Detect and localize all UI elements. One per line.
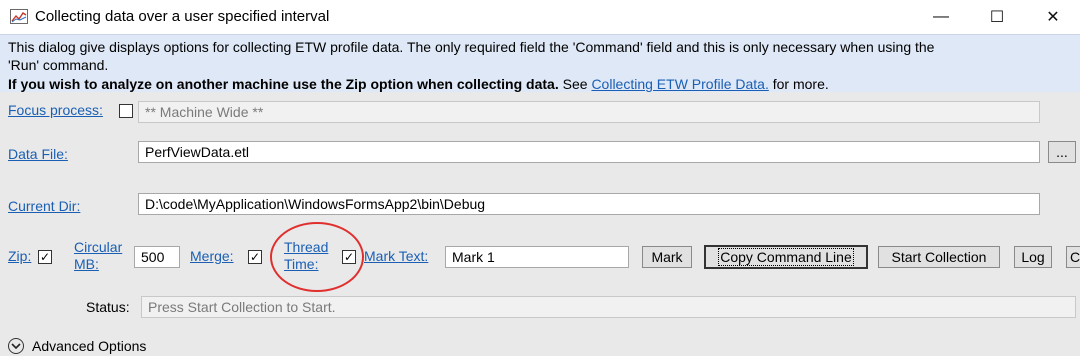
maximize-button[interactable]: ☐ xyxy=(974,0,1020,34)
mark-text-link[interactable]: Mark Text: xyxy=(364,248,428,264)
copy-command-line-button[interactable]: Copy Command Line xyxy=(704,245,868,269)
info-line-2: 'Run' command. xyxy=(8,57,109,73)
info-line-1: This dialog give displays options for co… xyxy=(8,39,935,55)
status-field: Press Start Collection to Start. xyxy=(141,296,1076,318)
close-icon: ✕ xyxy=(1046,9,1060,26)
see-text: See xyxy=(558,76,592,92)
copy-command-line-label: Copy Command Line xyxy=(718,248,854,266)
circular-mb-link[interactable]: Circular MB: xyxy=(74,239,122,273)
circular-mb-input[interactable]: 500 xyxy=(134,246,180,268)
merge-checkbox[interactable]: ✓ xyxy=(248,250,262,264)
help-link[interactable]: Collecting ETW Profile Data. xyxy=(591,76,768,92)
close-button[interactable]: ✕ xyxy=(1030,0,1076,34)
title-bar: Collecting data over a user specified in… xyxy=(0,0,1080,34)
info-banner: This dialog give displays options for co… xyxy=(0,34,1080,93)
focus-process-field: ** Machine Wide ** xyxy=(138,101,1040,123)
browse-button[interactable]: ... xyxy=(1048,141,1076,163)
check-icon: ✓ xyxy=(39,250,51,264)
data-file-input[interactable]: PerfViewData.etl xyxy=(138,141,1040,163)
cut-off-button[interactable]: C xyxy=(1066,246,1080,268)
zip-hint: If you wish to analyze on another machin… xyxy=(8,76,559,92)
info-line-3: If you wish to analyze on another machin… xyxy=(0,75,829,93)
minimize-button[interactable]: — xyxy=(918,0,964,34)
thread-label-2: Time: xyxy=(284,256,319,272)
focus-process-checkbox[interactable] xyxy=(119,104,133,118)
app-chart-icon xyxy=(10,9,28,24)
mark-text-input[interactable]: Mark 1 xyxy=(445,246,629,268)
zip-link[interactable]: Zip: xyxy=(8,248,31,264)
thread-label-1: Thread xyxy=(284,239,329,255)
status-label: Status: xyxy=(86,299,130,315)
more-text: for more. xyxy=(768,76,829,92)
thread-time-checkbox[interactable]: ✓ xyxy=(342,250,356,264)
current-dir-link[interactable]: Current Dir: xyxy=(8,198,80,214)
focus-process-link[interactable]: Focus process: xyxy=(8,102,103,118)
merge-link[interactable]: Merge: xyxy=(190,248,234,264)
minimize-icon: — xyxy=(933,8,949,25)
window-title: Collecting data over a user specified in… xyxy=(35,8,330,25)
zip-checkbox[interactable]: ✓ xyxy=(38,250,52,264)
check-icon: ✓ xyxy=(343,250,355,264)
data-file-link[interactable]: Data File: xyxy=(8,146,68,162)
check-icon: ✓ xyxy=(249,250,261,264)
advanced-options-label[interactable]: Advanced Options xyxy=(32,338,146,354)
log-button[interactable]: Log xyxy=(1014,246,1052,268)
expand-chevron-icon[interactable] xyxy=(8,338,24,354)
thread-time-link[interactable]: Thread Time: xyxy=(284,239,328,273)
maximize-icon: ☐ xyxy=(989,9,1005,26)
start-collection-button[interactable]: Start Collection xyxy=(878,246,1000,268)
current-dir-input[interactable]: D:\code\MyApplication\WindowsFormsApp2\b… xyxy=(138,193,1040,215)
mark-button[interactable]: Mark xyxy=(642,246,692,268)
circular-label-2: MB: xyxy=(74,256,99,272)
circular-label-1: Circular xyxy=(74,239,123,255)
